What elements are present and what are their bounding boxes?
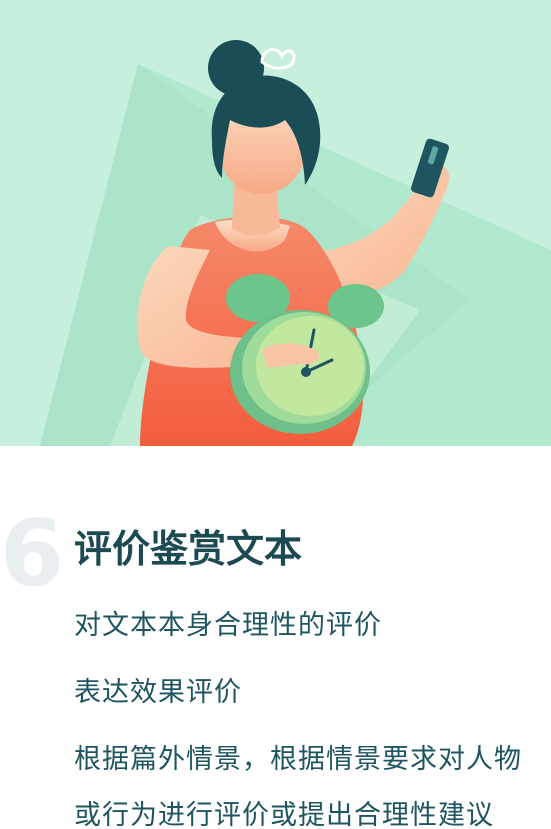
content-section: 6 评价鉴赏文本 对文本本身合理性的评价 表达效果评价 根据篇外情景，根据情景要… <box>0 446 551 829</box>
section-title: 评价鉴赏文本 <box>74 527 303 571</box>
list-item: 表达效果评价 <box>74 677 242 708</box>
section-number: 6 <box>0 500 64 607</box>
list-item: 根据篇外情景，根据情景要求对人物 <box>74 744 522 775</box>
list-item: 或行为进行评价或提出合理性建议 <box>74 800 494 829</box>
hero-illustration <box>0 0 551 446</box>
hair-bun <box>208 40 264 96</box>
illustration-svg <box>0 0 551 446</box>
list-item: 对文本本身合理性的评价 <box>74 610 382 641</box>
